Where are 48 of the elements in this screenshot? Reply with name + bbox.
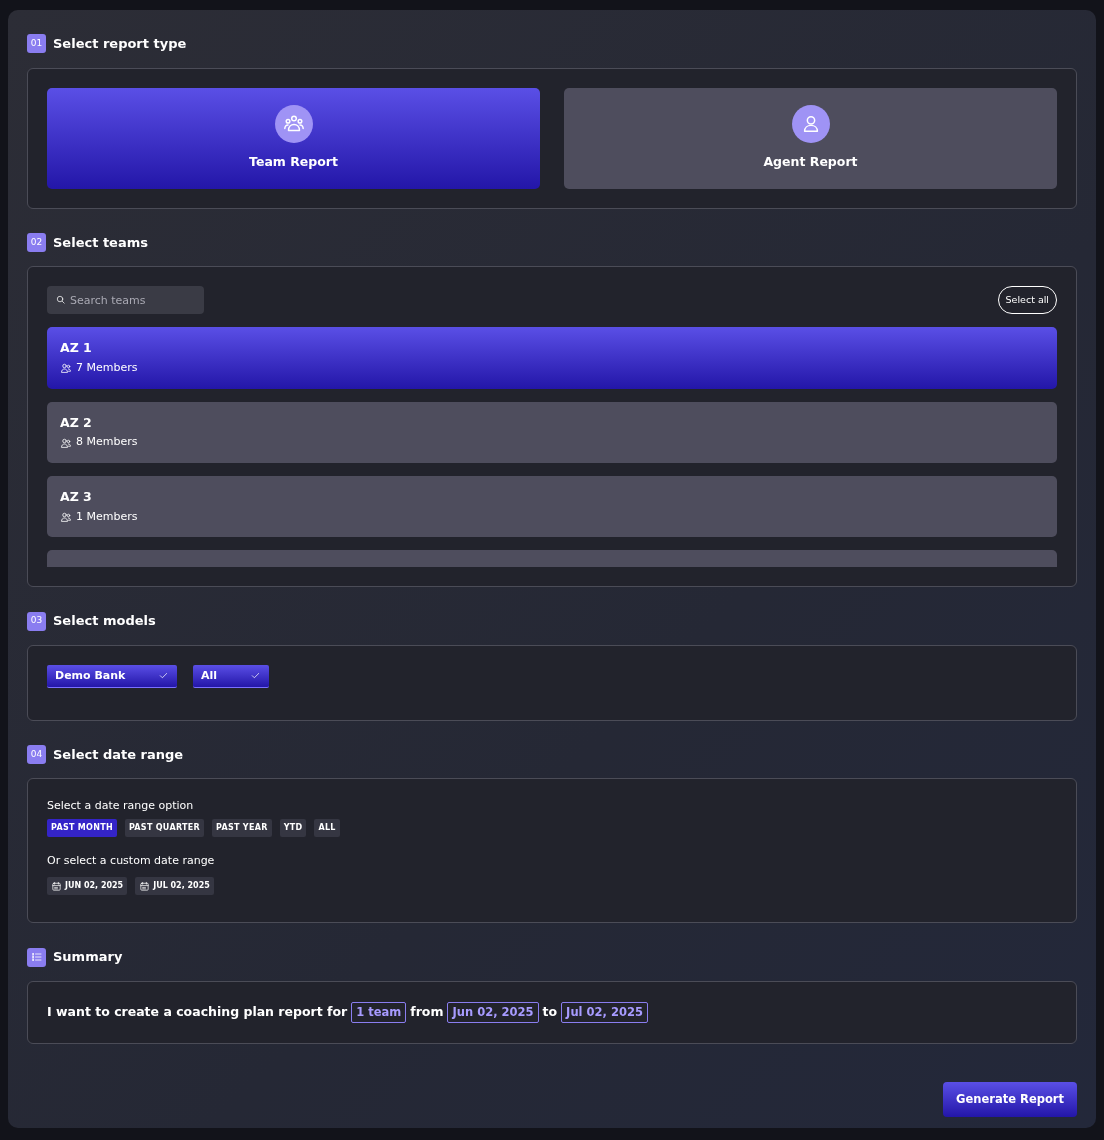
users-icon	[60, 436, 72, 449]
calendar-icon	[51, 880, 62, 892]
team-name: AZ 3	[60, 487, 93, 506]
report-type-option[interactable]: Team Report	[47, 87, 540, 189]
section-title: Select report type	[53, 35, 187, 53]
model-dropdown[interactable]: Demo Bank	[47, 664, 177, 688]
summary-text: to	[542, 1003, 558, 1021]
calendar-icon	[139, 880, 151, 892]
team-item[interactable]: AZ 1 7 Members	[47, 327, 1057, 389]
date-range-option[interactable]: YTD	[279, 818, 307, 837]
model-dropdown[interactable]: All	[193, 664, 269, 688]
member-count: 1 Members	[76, 508, 138, 525]
team-item[interactable]: AZ 2 8 Members	[47, 401, 1057, 463]
section-number: 01	[27, 34, 46, 54]
section-number: 04	[27, 745, 46, 764]
member-count: 8 Members	[76, 434, 138, 451]
section-title: Select date range	[53, 745, 184, 764]
section-title: Select models	[53, 612, 156, 631]
section-title: Summary	[53, 948, 123, 967]
options-label: Select a date range option	[47, 798, 195, 815]
section-number: 03	[27, 611, 46, 631]
section-title: Select teams	[53, 233, 148, 252]
custom-range-label: Or select a custom date range	[47, 852, 216, 869]
date-range-option[interactable]: PAST MONTH	[47, 818, 117, 837]
date-range-option[interactable]: ALL	[314, 818, 340, 837]
person-icon	[791, 104, 830, 143]
summary-text: from	[410, 1003, 444, 1021]
summary-chip: 1 team	[351, 1001, 407, 1023]
list-icon	[27, 947, 46, 967]
team-item[interactable]: AZ 3 1 Members	[47, 475, 1057, 537]
summary-chip: Jun 02, 2025	[447, 1001, 539, 1023]
team-name: AZ 1	[60, 339, 93, 358]
summary-text: I want to create a coaching plan report for	[47, 1003, 348, 1021]
summary-chip: Jul 02, 2025	[561, 1001, 648, 1023]
team-name: AZ 2	[60, 413, 93, 432]
report-type-option[interactable]: Agent Report	[564, 87, 1057, 189]
users-icon	[60, 362, 72, 375]
search-icon	[55, 294, 66, 306]
date-range-option[interactable]: PAST YEAR	[212, 818, 272, 837]
users-icon	[60, 510, 72, 523]
search-field[interactable]: Search teams	[47, 286, 204, 315]
generate-report-button[interactable]: Generate Report	[943, 1082, 1077, 1118]
date-range-option[interactable]: PAST QUARTER	[124, 818, 204, 837]
date-picker-button[interactable]: JUN 02, 2025	[47, 877, 128, 896]
section-number: 02	[27, 232, 46, 252]
group-icon	[274, 104, 313, 143]
date-picker-button[interactable]: JUL 02, 2025	[135, 877, 214, 896]
member-count: 7 Members	[76, 360, 138, 376]
